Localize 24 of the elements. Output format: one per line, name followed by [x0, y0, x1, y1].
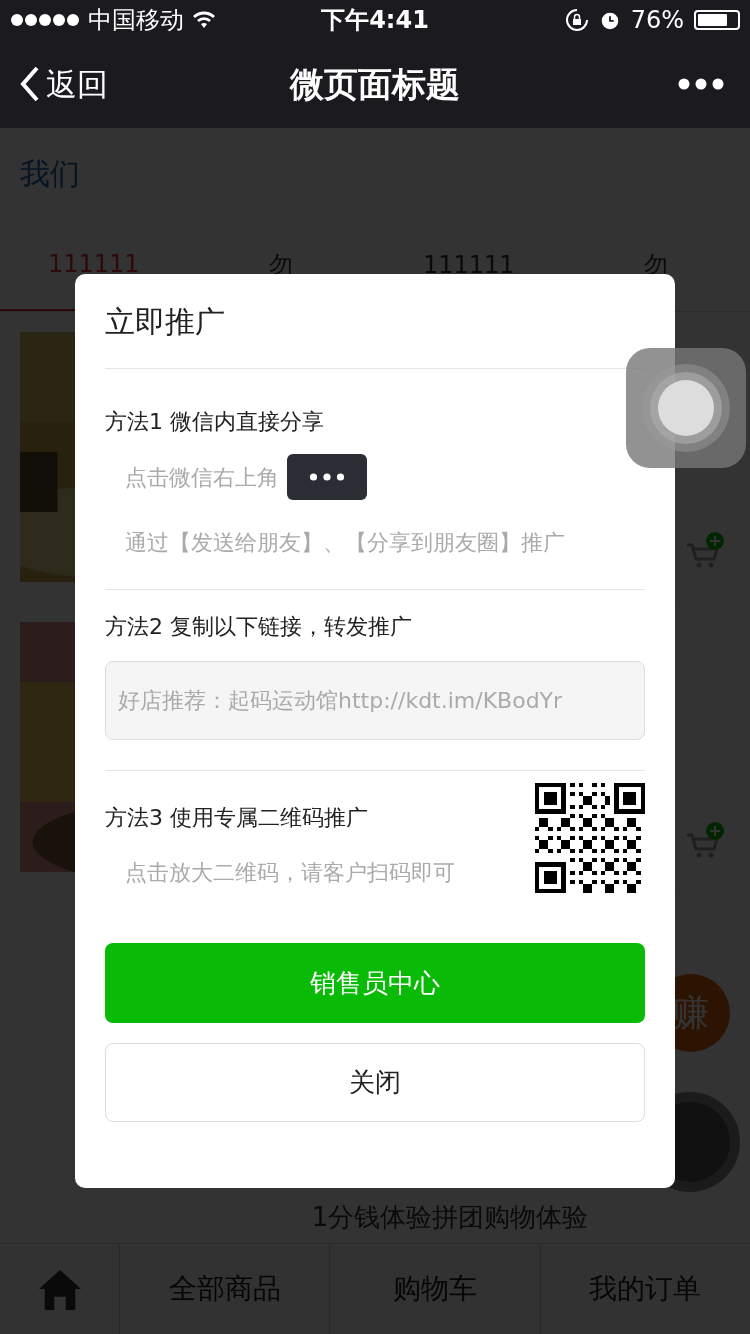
hint-text: 通过【发送给朋友】、【分享到朋友圈】推广 — [124, 529, 566, 557]
battery-percent: 76% — [630, 5, 684, 36]
menu-dots-icon — [287, 454, 367, 500]
rotation-lock-icon — [564, 8, 589, 32]
assistive-touch-button[interactable] — [626, 348, 746, 468]
carrier-name: 中国移动 — [88, 5, 184, 36]
qr-code[interactable] — [535, 783, 645, 893]
method-heading: 方法3 使用专属二维码推广 — [105, 804, 369, 832]
clock-time: 下午4:41 — [321, 5, 429, 36]
battery-icon — [694, 10, 740, 30]
close-button[interactable]: 关闭 — [105, 1043, 645, 1122]
wifi-icon — [192, 11, 216, 29]
dialog-title: 立即推广 — [105, 302, 225, 341]
sales-center-button[interactable]: 销售员中心 — [105, 943, 645, 1023]
page-title: 微页面标题 — [290, 62, 460, 106]
share-link-field[interactable]: 好店推荐：起码运动馆http://kdt.im/KBodYr — [105, 661, 645, 740]
signal-icon — [10, 13, 80, 27]
hint-text: 点击微信右上角 — [125, 463, 279, 492]
hint-text: 点击放大二维码，请客户扫码即可 — [124, 859, 455, 887]
back-chevron-icon — [20, 66, 40, 102]
back-button[interactable]: 返回 — [20, 60, 108, 108]
more-icon[interactable] — [678, 78, 724, 90]
method-heading: 方法1 微信内直接分享 — [105, 408, 325, 436]
method-heading: 方法2 复制以下链接，转发推广 — [105, 613, 413, 641]
